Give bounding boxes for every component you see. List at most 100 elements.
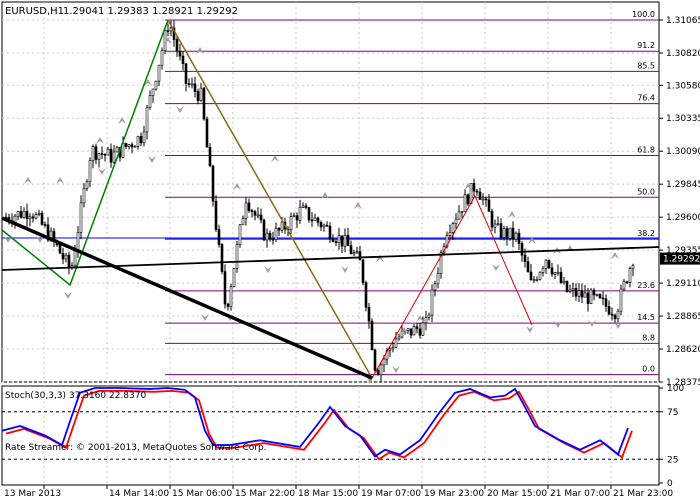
- candle-body: [610, 313, 614, 316]
- time-axis: 13 Mar 2013 14 Mar 14:00 15 Mar 06:00 15 Ma…: [4, 485, 673, 499]
- candle-body: [235, 244, 239, 269]
- candle-body: [127, 144, 131, 147]
- candle-body: [577, 290, 581, 297]
- time-tick-label: 15 Mar 22:00: [235, 489, 295, 499]
- candle-body: [37, 213, 41, 215]
- candle-body: [145, 107, 149, 133]
- time-tick-label: 21 Mar 23:00: [613, 489, 673, 499]
- candle-body: [217, 229, 221, 245]
- candle-body: [499, 223, 503, 238]
- candle-body: [574, 288, 578, 297]
- candle-body: [76, 231, 80, 252]
- candle-body: [223, 271, 227, 305]
- candle-body: [409, 328, 413, 336]
- candle-body: [262, 219, 266, 241]
- candle-body: [334, 241, 338, 243]
- candle-body: [280, 221, 284, 231]
- ohlc-readout: 1.29041 1.29383 1.28921 1.29292: [63, 6, 238, 17]
- candle-body: [58, 244, 62, 254]
- chart-canvas[interactable]: 100.0 91.2 85.5 76.4 61.8 50.0 38.2 23.6 14.5 8.8…: [0, 0, 700, 500]
- candle-body: [397, 336, 401, 340]
- price-tick-label: 1.29845: [666, 180, 700, 190]
- candle-body: [580, 290, 584, 298]
- candle-body: [112, 151, 116, 163]
- fib-level-label: 14.5: [637, 313, 655, 322]
- candle-body: [448, 232, 452, 236]
- stoch-level-label: 100: [667, 384, 684, 394]
- main-chart-frame: [1, 1, 660, 383]
- candle-body: [298, 207, 302, 221]
- candle-body: [382, 358, 386, 366]
- candle-body: [190, 83, 194, 86]
- candle-body: [106, 148, 110, 156]
- candle-body: [244, 202, 248, 219]
- candle-body: [292, 215, 296, 218]
- candle-body: [388, 348, 392, 351]
- candle-body: [613, 314, 617, 320]
- candle-body: [604, 298, 608, 307]
- candle-body: [202, 87, 206, 120]
- time-tick-label: 19 Mar 23:00: [424, 489, 484, 499]
- price-tick-label: 1.28620: [666, 345, 700, 355]
- candle-body: [526, 261, 530, 273]
- candle-body: [415, 326, 419, 330]
- candle-body: [97, 153, 101, 160]
- candle-body: [271, 238, 275, 241]
- candle-body: [40, 213, 44, 225]
- candle-body: [196, 91, 200, 101]
- candle-body: [85, 181, 89, 189]
- candle-body: [490, 211, 494, 228]
- candle-body: [541, 267, 545, 273]
- candle-body: [301, 205, 305, 208]
- candle-body: [346, 234, 350, 246]
- candle-body: [394, 338, 398, 348]
- candle-body: [406, 328, 410, 331]
- candle-body: [91, 146, 95, 161]
- candle-body: [544, 259, 548, 269]
- candle-body: [463, 194, 467, 212]
- candle-body: [157, 64, 161, 82]
- candle-body: [436, 273, 440, 285]
- candle-body: [595, 294, 599, 296]
- candle-body: [340, 235, 344, 247]
- candle-body: [631, 265, 635, 269]
- candle-body: [361, 259, 365, 284]
- candle-body: [22, 211, 26, 218]
- candle-body: [142, 131, 146, 144]
- candle-body: [565, 280, 569, 293]
- candle-body: [250, 210, 254, 212]
- candle-body: [94, 146, 98, 160]
- candle-body: [319, 222, 323, 228]
- fib-level-label: 8.8: [642, 333, 655, 342]
- candle-body: [124, 142, 128, 147]
- symbol-caption: EURUSD,H1: [5, 6, 64, 17]
- candle-body: [265, 232, 269, 241]
- candle-body: [469, 183, 473, 205]
- candle-body: [193, 83, 197, 92]
- candle-body: [178, 50, 182, 57]
- candle-body: [25, 211, 29, 220]
- candle-body: [166, 30, 170, 32]
- fib-level-label: 50.0: [637, 187, 655, 196]
- price-axis: 1.31065 1.30820 1.30580 1.30335 1.30090 1.298…: [659, 16, 700, 388]
- candle-body: [376, 370, 380, 376]
- candle-body: [211, 165, 215, 202]
- candle-body: [589, 289, 593, 304]
- candle-body: [325, 224, 329, 227]
- candle-body: [64, 254, 68, 260]
- candle-body: [451, 223, 455, 233]
- trading-chart-window[interactable]: 100.0 91.2 85.5 76.4 61.8 50.0 38.2 23.6 14.5 8.8…: [0, 0, 700, 500]
- price-tick-label: 1.30580: [666, 81, 700, 91]
- candle-body: [61, 252, 65, 260]
- candle-body: [349, 245, 353, 255]
- candle-body: [424, 316, 428, 324]
- fib-level-label: 100.0: [632, 10, 655, 19]
- candle-body: [607, 306, 611, 315]
- candle-body: [130, 144, 134, 148]
- time-tick-label: 18 Mar 15:00: [298, 489, 358, 499]
- candle-body: [205, 118, 209, 148]
- candle-body: [136, 136, 140, 147]
- candle-body: [364, 282, 368, 308]
- candle-body: [514, 232, 518, 240]
- copyright-watermark: Rate Streamer: © 2001-2013, MetaQuotes S…: [5, 443, 267, 453]
